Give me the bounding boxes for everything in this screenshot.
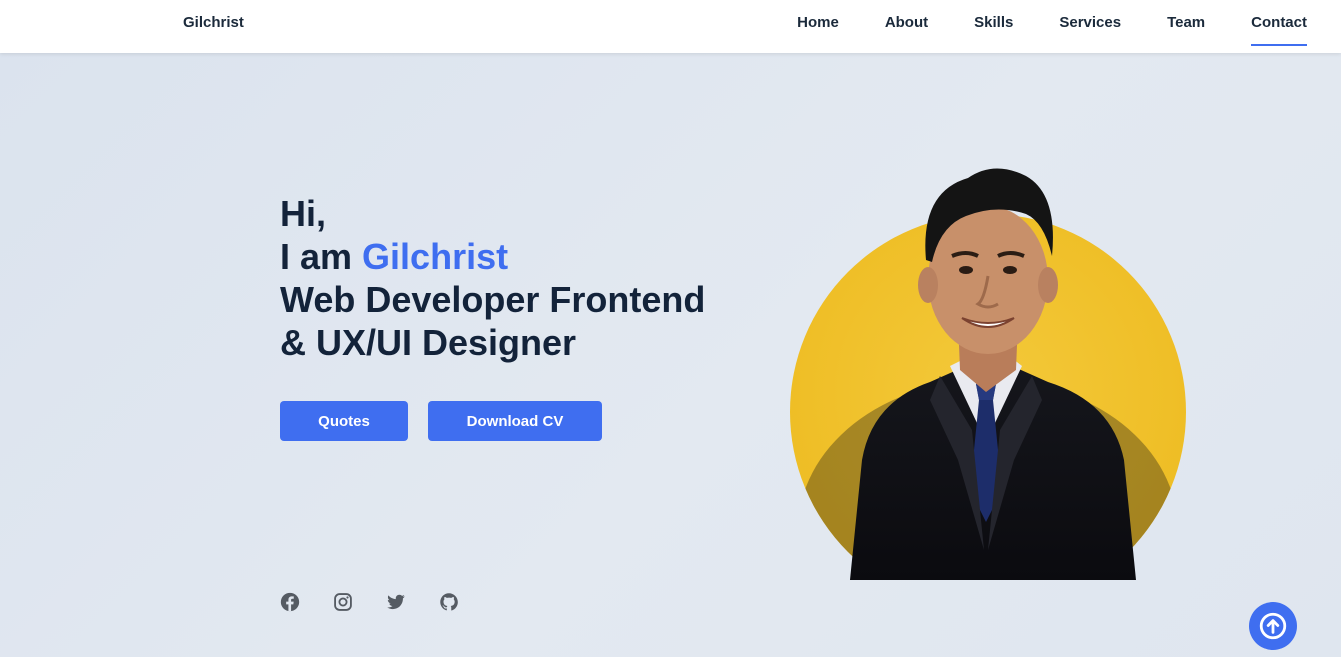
brand-logo[interactable]: Gilchrist bbox=[183, 14, 244, 31]
facebook-icon[interactable] bbox=[280, 592, 300, 612]
hero-intro-prefix: I am bbox=[280, 236, 363, 277]
hero-name: Gilchrist bbox=[362, 236, 509, 277]
nav-link-home[interactable]: Home bbox=[797, 14, 839, 46]
nav-link-about[interactable]: About bbox=[885, 14, 928, 46]
nav-menu: Home About Skills Services Team Contact bbox=[797, 14, 1307, 46]
navbar: Gilchrist Home About Skills Services Tea… bbox=[0, 0, 1341, 53]
twitter-icon[interactable] bbox=[386, 592, 406, 612]
arrow-up-circle-icon bbox=[1259, 612, 1287, 640]
download-cv-button[interactable]: Download CV bbox=[428, 401, 602, 441]
profile-photo bbox=[790, 130, 1190, 610]
instagram-icon[interactable] bbox=[333, 592, 353, 612]
github-icon[interactable] bbox=[439, 592, 459, 612]
hero-intro: I am Gilchrist bbox=[280, 235, 705, 278]
social-links bbox=[280, 592, 459, 612]
hero-role-line2: & UX/UI Designer bbox=[280, 322, 577, 363]
quotes-button[interactable]: Quotes bbox=[280, 401, 408, 441]
nav-link-team[interactable]: Team bbox=[1167, 14, 1205, 46]
nav-link-services[interactable]: Services bbox=[1059, 14, 1121, 46]
hero-role-line1: Web Developer Frontend bbox=[280, 279, 706, 320]
nav-link-skills[interactable]: Skills bbox=[974, 14, 1013, 46]
hero-title: Hi, I am Gilchrist Web Developer Fronten… bbox=[280, 192, 705, 364]
scroll-to-top-button[interactable] bbox=[1249, 602, 1297, 650]
nav-link-contact[interactable]: Contact bbox=[1251, 14, 1307, 46]
hero-greeting: Hi, bbox=[280, 193, 327, 234]
